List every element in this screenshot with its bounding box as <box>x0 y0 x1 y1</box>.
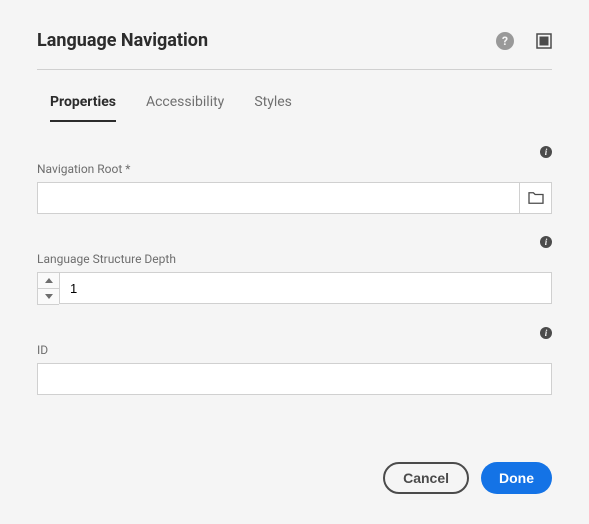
dialog-footer: Cancel Done <box>383 462 552 494</box>
tab-styles[interactable]: Styles <box>254 94 292 122</box>
done-button[interactable]: Done <box>481 462 552 494</box>
id-label: ID <box>37 343 48 357</box>
navigation-root-label: Navigation Root * <box>37 162 130 176</box>
stepper-buttons <box>37 272 59 305</box>
depth-label: Language Structure Depth <box>37 252 176 266</box>
info-icon[interactable]: i <box>540 327 552 339</box>
dialog-title: Language Navigation <box>37 30 208 51</box>
tabs: Properties Accessibility Styles <box>37 94 552 122</box>
header-icons: ? <box>496 32 552 50</box>
dialog-header: Language Navigation ? <box>37 30 552 70</box>
navigation-root-group: i Navigation Root * <box>37 146 552 214</box>
info-icon[interactable]: i <box>540 146 552 158</box>
cancel-button[interactable]: Cancel <box>383 462 469 494</box>
id-group: i ID <box>37 327 552 395</box>
depth-group: i Language Structure Depth <box>37 236 552 305</box>
id-input[interactable] <box>37 363 552 395</box>
tab-accessibility[interactable]: Accessibility <box>146 94 224 122</box>
tab-properties[interactable]: Properties <box>50 94 116 122</box>
navigation-root-input[interactable] <box>37 182 520 214</box>
stepper-up-button[interactable] <box>38 273 59 289</box>
stepper-down-button[interactable] <box>38 289 59 304</box>
help-icon[interactable]: ? <box>496 32 514 50</box>
maximize-icon[interactable] <box>536 33 552 49</box>
info-icon[interactable]: i <box>540 236 552 248</box>
depth-input[interactable] <box>59 272 552 304</box>
folder-picker-button[interactable] <box>520 182 552 214</box>
